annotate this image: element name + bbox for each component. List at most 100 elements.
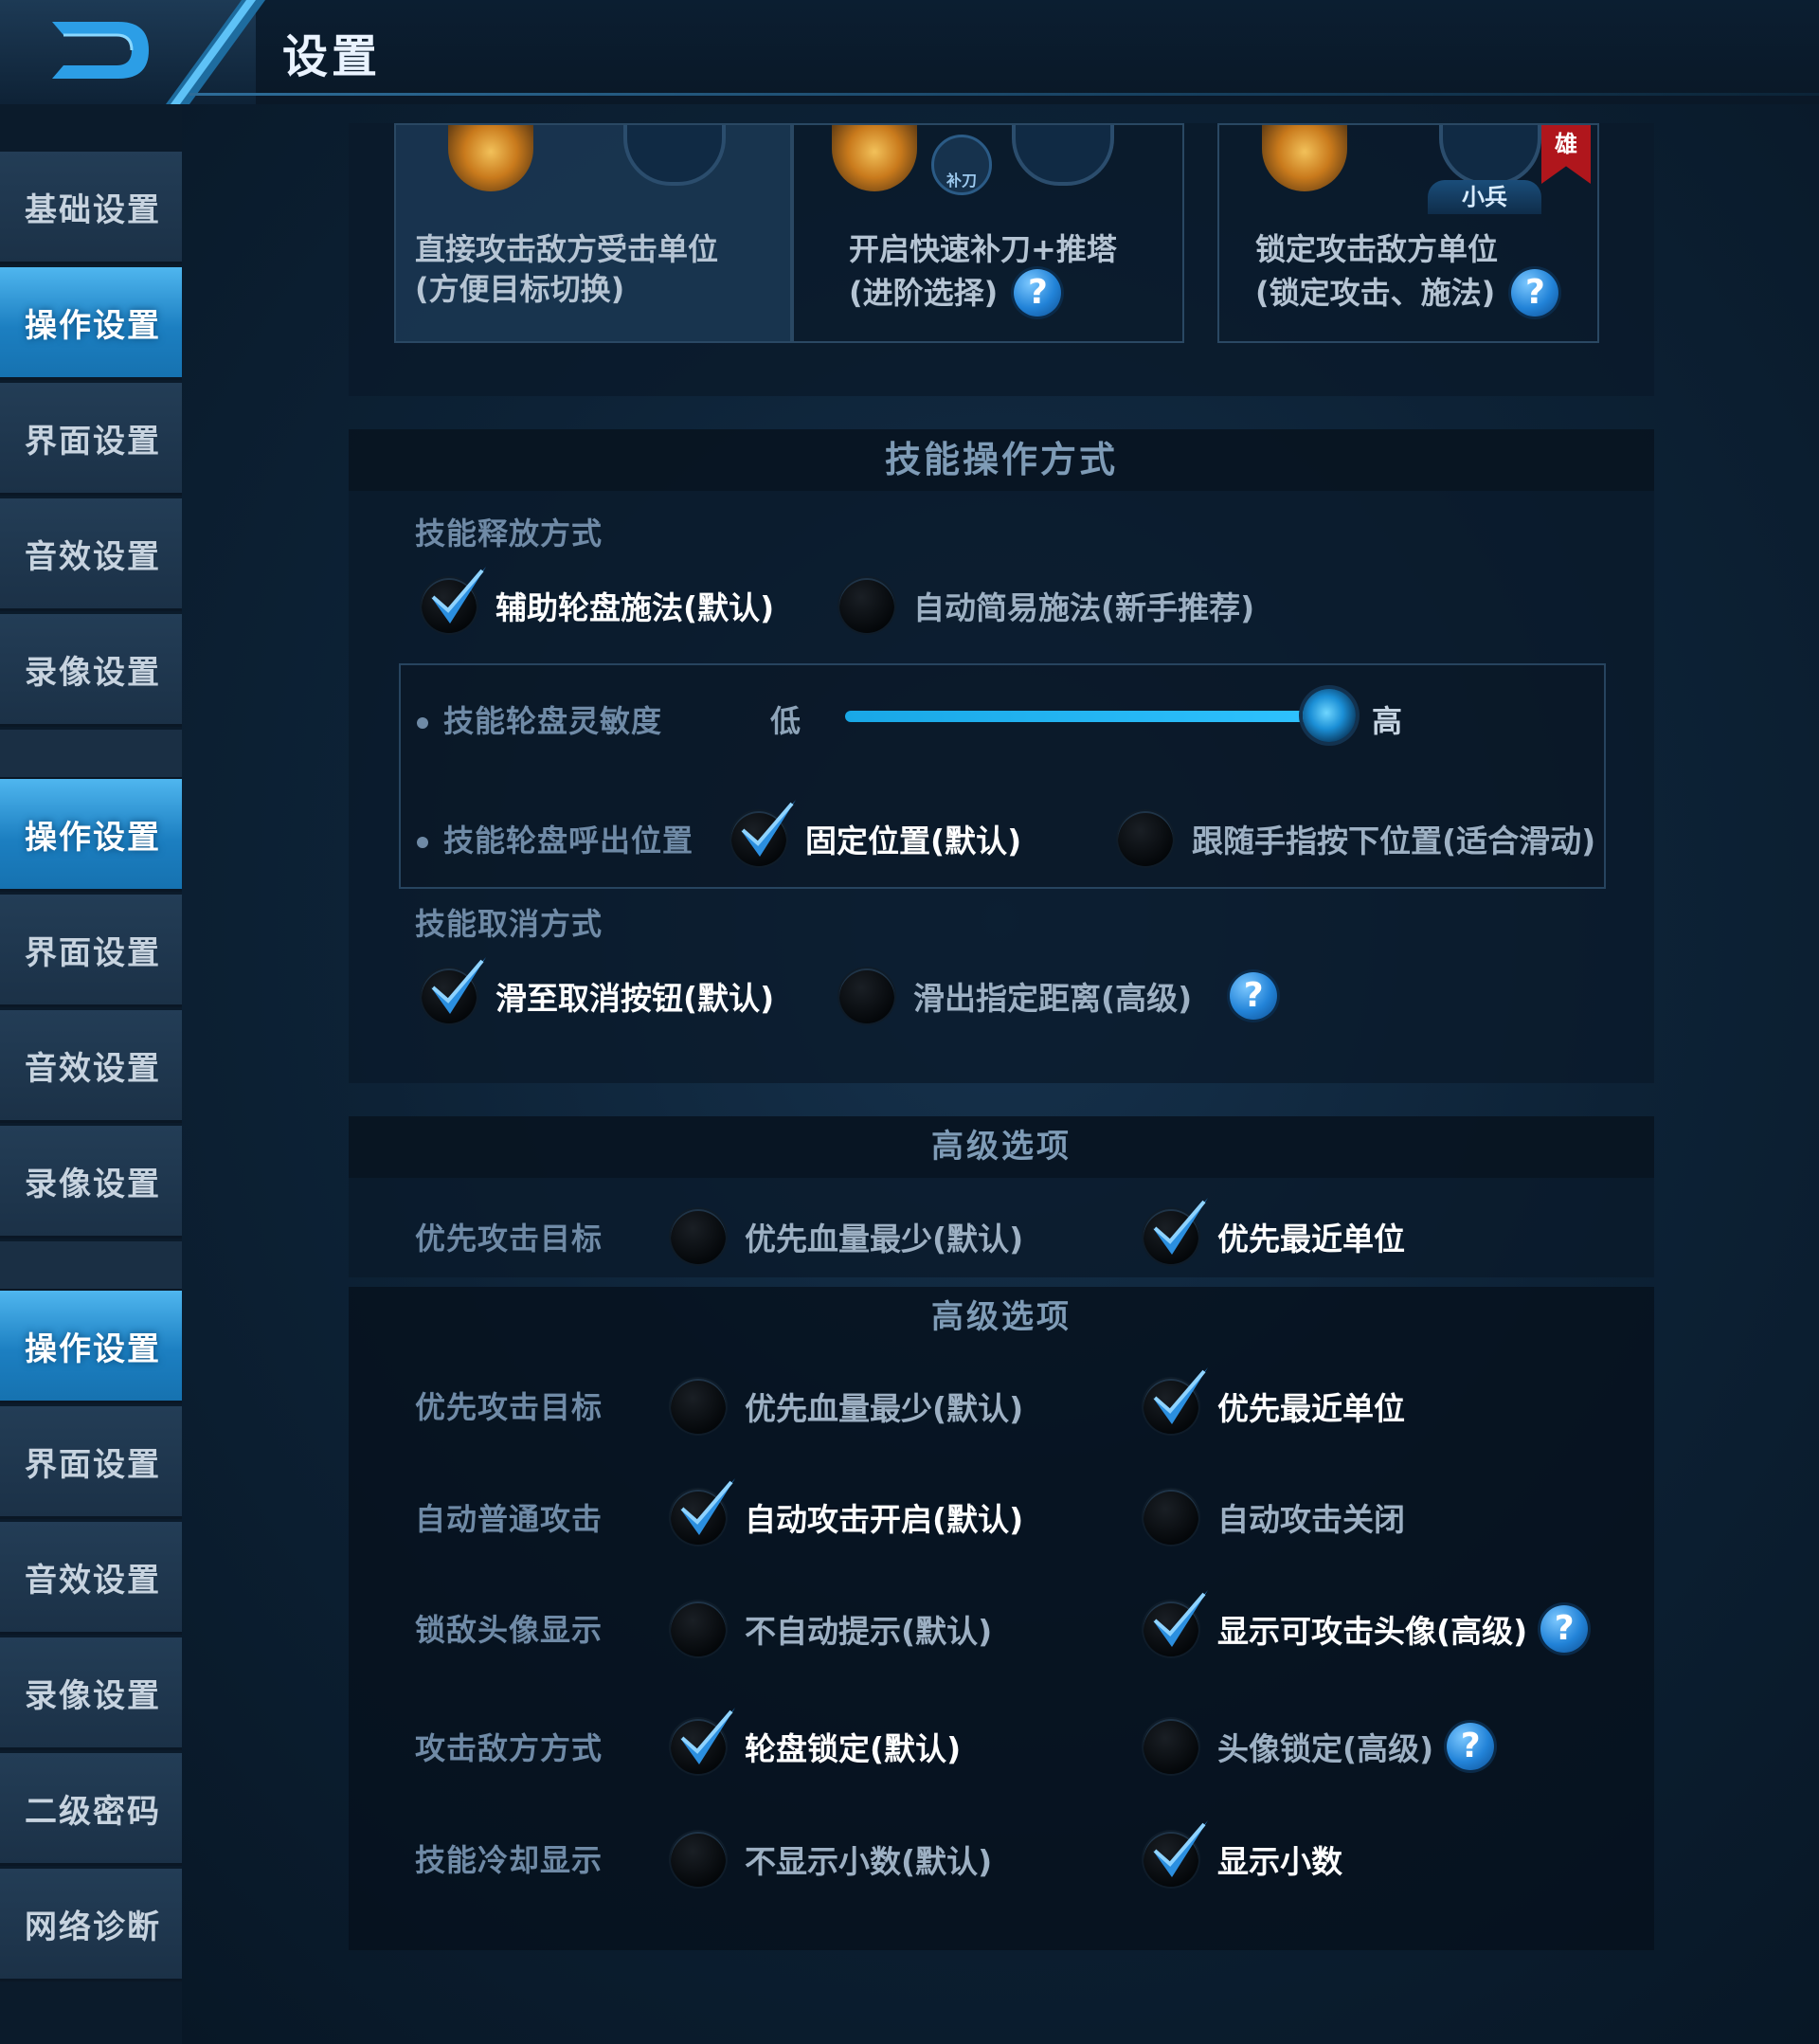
checkmark-icon bbox=[680, 1478, 735, 1535]
header-divider-icon bbox=[166, 0, 265, 104]
radio-checked bbox=[422, 957, 486, 1023]
position-option-fixed[interactable]: 固定位置(默认) bbox=[731, 800, 1022, 866]
section-title: 高级选项 bbox=[931, 1298, 1072, 1336]
option-label: 固定位置(默认) bbox=[805, 823, 1022, 859]
help-icon[interactable]: ? bbox=[1511, 269, 1559, 317]
radio-unchecked bbox=[839, 968, 894, 1023]
sidebar-item-password[interactable]: 二级密码 bbox=[0, 1753, 182, 1866]
row-label: 优先攻击目标 bbox=[415, 1221, 603, 1257]
option-label: 不自动提示(默认) bbox=[745, 1613, 993, 1650]
sidebar-item-controls[interactable]: 操作设置 bbox=[0, 1291, 182, 1403]
sidebar-item-replay[interactable]: 录像设置 bbox=[0, 614, 182, 727]
position-option-follow[interactable]: 跟随手指按下位置(适合滑动) bbox=[1118, 811, 1595, 866]
help-icon[interactable]: ? bbox=[1014, 269, 1062, 317]
sidebar-item-controls[interactable]: 操作设置 bbox=[0, 779, 182, 892]
option-label: 辅助轮盘施法(默认) bbox=[495, 589, 775, 626]
option-show-decimals[interactable]: 显示小数 bbox=[1144, 1820, 1342, 1887]
hero-portrait-icon bbox=[1262, 125, 1347, 191]
row-label: 优先攻击目标 bbox=[415, 1389, 603, 1425]
sidebar-spacer bbox=[0, 730, 182, 780]
checkmark-icon bbox=[1153, 1590, 1208, 1647]
card-subtitle: (方便目标切换) bbox=[415, 271, 625, 307]
hero-portrait-icon bbox=[448, 125, 533, 191]
option-avatar-lock[interactable]: 头像锁定(高级) ? bbox=[1144, 1719, 1495, 1774]
option-label: 优先最近单位 bbox=[1217, 1221, 1405, 1257]
option-label: 滑出指定距离(高级) bbox=[913, 980, 1193, 1017]
card-subtitle: (进阶选择) bbox=[849, 275, 999, 311]
option-label: 自动攻击关闭 bbox=[1217, 1501, 1405, 1538]
row-label: 技能冷却显示 bbox=[415, 1842, 603, 1878]
bullet-dot bbox=[417, 717, 428, 729]
release-option-auto[interactable]: 自动简易施法(新手推荐) bbox=[839, 578, 1254, 633]
card-title: 锁定攻击敌方单位 bbox=[1255, 231, 1499, 267]
sidebar-item-network[interactable]: 网络诊断 bbox=[0, 1869, 182, 1981]
option-label: 优先血量最少(默认) bbox=[745, 1390, 1024, 1427]
row-label: 锁敌头像显示 bbox=[415, 1612, 603, 1648]
option-no-prompt[interactable]: 不自动提示(默认) bbox=[671, 1601, 992, 1656]
cancel-option-button[interactable]: 滑至取消按钮(默认) bbox=[422, 957, 775, 1023]
radio-checked bbox=[1144, 1367, 1208, 1434]
option-nearest-unit[interactable]: 优先最近单位 bbox=[1144, 1367, 1405, 1434]
sensitivity-label: 技能轮盘灵敏度 bbox=[417, 697, 662, 741]
back-arrow-icon[interactable] bbox=[43, 14, 156, 85]
release-option-assist[interactable]: 辅助轮盘施法(默认) bbox=[422, 567, 775, 633]
targeting-card-lock[interactable]: 小兵 雄 锁定攻击敌方单位 (锁定攻击、施法) ? bbox=[1217, 123, 1599, 343]
sidebar-item-interface[interactable]: 界面设置 bbox=[0, 1406, 182, 1519]
page-title: 设置 bbox=[282, 30, 382, 83]
radio-checked bbox=[1144, 1590, 1208, 1656]
header-divider bbox=[189, 93, 1819, 96]
option-label: 滑至取消按钮(默认) bbox=[495, 980, 775, 1017]
help-icon[interactable]: ? bbox=[1540, 1605, 1589, 1653]
option-label: 不显示小数(默认) bbox=[745, 1843, 993, 1880]
targeting-card-lasthit[interactable]: 补刀 开启快速补刀+推塔 (进阶选择) ? bbox=[792, 123, 1184, 343]
lasthit-badge-icon: 补刀 bbox=[931, 135, 992, 195]
bullet-dot bbox=[417, 837, 428, 848]
radio-checked bbox=[731, 800, 796, 866]
help-icon[interactable]: ? bbox=[1230, 972, 1278, 1020]
option-auto-attack-off[interactable]: 自动攻击关闭 bbox=[1144, 1490, 1405, 1545]
sidebar-item-basic[interactable]: 基础设置 bbox=[0, 152, 182, 264]
skill-ring-icon bbox=[1439, 125, 1541, 186]
radio-unchecked bbox=[839, 578, 894, 633]
option-label: 优先最近单位 bbox=[1217, 1390, 1405, 1427]
targeting-card-direct[interactable]: 直接攻击敌方受击单位 (方便目标切换) bbox=[394, 123, 792, 343]
option-auto-attack-on[interactable]: 自动攻击开启(默认) bbox=[671, 1478, 1023, 1545]
sidebar-item-audio[interactable]: 音效设置 bbox=[0, 1522, 182, 1635]
option-label: 优先血量最少(默认) bbox=[745, 1221, 1024, 1257]
skill-ring-icon bbox=[1012, 125, 1114, 186]
checkmark-icon bbox=[1153, 1820, 1208, 1877]
option-wheel-lock[interactable]: 轮盘锁定(默认) bbox=[671, 1708, 962, 1774]
checkmark-icon bbox=[431, 957, 486, 1014]
sidebar-item-controls[interactable]: 操作设置 bbox=[0, 267, 182, 380]
sidebar-item-audio[interactable]: 音效设置 bbox=[0, 1010, 182, 1123]
option-no-decimals[interactable]: 不显示小数(默认) bbox=[671, 1832, 992, 1887]
help-icon[interactable]: ? bbox=[1447, 1723, 1495, 1770]
option-lowest-hp[interactable]: 优先血量最少(默认) bbox=[671, 1379, 1023, 1434]
wheel-position-label: 技能轮盘呼出位置 bbox=[417, 817, 693, 860]
sensitivity-slider-handle[interactable] bbox=[1303, 689, 1356, 742]
hero-tag: 雄 bbox=[1541, 125, 1591, 184]
radio-unchecked bbox=[671, 1832, 726, 1887]
sidebar-item-replay[interactable]: 录像设置 bbox=[0, 1126, 182, 1239]
option-label: 头像锁定(高级) bbox=[1217, 1730, 1434, 1767]
hero-portrait-icon bbox=[832, 125, 917, 191]
sidebar-item-audio[interactable]: 音效设置 bbox=[0, 498, 182, 611]
option-lowest-hp[interactable]: 优先血量最少(默认) bbox=[671, 1209, 1023, 1264]
checkmark-icon bbox=[431, 567, 486, 624]
option-nearest-unit[interactable]: 优先最近单位 bbox=[1144, 1198, 1405, 1264]
minion-tag: 小兵 bbox=[1428, 180, 1541, 214]
cancel-option-distance[interactable]: 滑出指定距离(高级) ? bbox=[839, 968, 1278, 1023]
sidebar-item-interface[interactable]: 界面设置 bbox=[0, 383, 182, 496]
skill-ring-icon bbox=[623, 125, 726, 186]
card-subtitle: (锁定攻击、施法) bbox=[1255, 275, 1496, 311]
option-label: 轮盘锁定(默认) bbox=[745, 1730, 962, 1767]
section-title: 高级选项 bbox=[349, 1116, 1654, 1178]
option-show-avatars[interactable]: 显示可攻击头像(高级) ? bbox=[1144, 1590, 1589, 1656]
row-label: 攻击敌方方式 bbox=[415, 1730, 603, 1766]
radio-checked bbox=[422, 567, 486, 633]
sensitivity-low-label: 低 bbox=[770, 703, 802, 739]
sensitivity-slider-track[interactable] bbox=[845, 711, 1330, 722]
sidebar-item-replay[interactable]: 录像设置 bbox=[0, 1637, 182, 1750]
sidebar-item-interface[interactable]: 界面设置 bbox=[0, 895, 182, 1007]
radio-unchecked bbox=[671, 1379, 726, 1434]
